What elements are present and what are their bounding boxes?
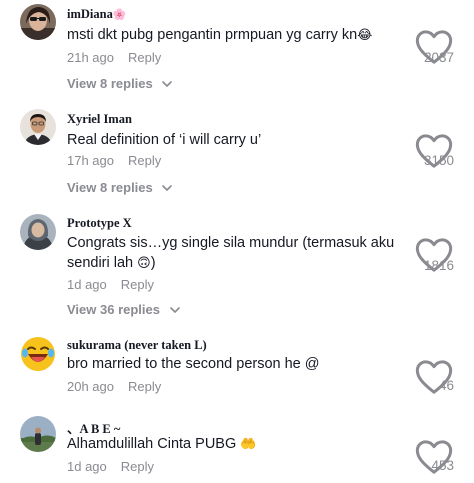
user-avatar[interactable] <box>20 4 56 40</box>
comment-text: msti dkt pubg pengantin prmpuan yg carry… <box>67 25 407 46</box>
comment-time: 21h ago <box>67 50 114 65</box>
upside-down-face-emoji: 🙃 <box>137 256 151 271</box>
user-avatar[interactable] <box>20 109 56 145</box>
comment-text: Alhamdulillah Cinta PUBG 🤲 <box>67 434 407 455</box>
woman-sunglasses-avatar <box>20 4 56 40</box>
reply-button[interactable]: Reply <box>121 277 154 292</box>
reply-button[interactable]: Reply <box>128 50 161 65</box>
man-portrait-avatar <box>20 109 56 145</box>
view-replies-button[interactable]: View 36 replies <box>67 301 180 317</box>
comment-meta: 1d ago Reply <box>67 277 154 292</box>
reply-button[interactable]: Reply <box>128 379 161 394</box>
username-text: Prototype X <box>67 216 132 230</box>
comment-body: Real definition of ‘i will carry u’ <box>67 132 262 148</box>
username-text: Xyriel Iman <box>67 112 132 126</box>
user-avatar[interactable] <box>20 416 56 452</box>
reply-button[interactable]: Reply <box>128 153 161 168</box>
outdoor-person-avatar <box>20 416 56 452</box>
user-avatar[interactable] <box>20 336 56 372</box>
comment-text: Real definition of ‘i will carry u’ <box>67 130 407 150</box>
comment-body: Congrats sis…yg single sila mundur (term… <box>67 235 395 271</box>
comment-meta: 17h ago Reply <box>67 153 161 168</box>
like-count: 1816 <box>423 258 454 273</box>
comment-text: Congrats sis…yg single sila mundur (term… <box>67 233 402 274</box>
hijab-woman-avatar <box>20 214 56 250</box>
comment-meta: 1d ago Reply <box>67 459 154 474</box>
like-count: 453 <box>431 458 454 473</box>
comment-username[interactable]: Xyriel Iman <box>67 112 132 127</box>
comment-body: msti dkt pubg pengantin prmpuan yg carry… <box>67 27 358 43</box>
comment-username[interactable]: sukurama (never taken L) <box>67 338 207 353</box>
comment-username[interactable]: Prototype X <box>67 216 132 231</box>
chevron-down-icon <box>162 179 173 194</box>
view-replies-label: View 36 replies <box>67 302 160 317</box>
view-replies-label: View 8 replies <box>67 180 153 195</box>
reply-button[interactable]: Reply <box>121 459 154 474</box>
comment-username[interactable]: imDiana🌸 <box>67 7 127 22</box>
like-count: 46 <box>438 378 454 393</box>
comment-time: 1d ago <box>67 277 107 292</box>
like-count: 3150 <box>423 153 454 168</box>
username-text: imDiana <box>67 7 113 21</box>
chevron-down-icon <box>162 75 173 90</box>
view-replies-button[interactable]: View 8 replies <box>67 179 173 195</box>
comment-time: 17h ago <box>67 153 114 168</box>
like-count: 2037 <box>423 50 454 65</box>
laughing-emoji: 😂 <box>357 28 373 43</box>
view-replies-button[interactable]: View 8 replies <box>67 75 173 91</box>
comment-time: 20h ago <box>67 379 114 394</box>
comment-time: 1d ago <box>67 459 107 474</box>
comment-body: bro married to the second person he @ <box>67 356 320 372</box>
user-avatar[interactable] <box>20 214 56 250</box>
flower-emoji: 🌸 <box>112 8 127 21</box>
comment-text: bro married to the second person he @ <box>67 354 407 374</box>
comment-body-suffix: ) <box>150 255 156 271</box>
username-text: sukurama (never taken L) <box>67 338 207 352</box>
comment-body: Alhamdulillah Cinta PUBG <box>67 436 237 452</box>
view-replies-label: View 8 replies <box>67 76 153 91</box>
comment-meta: 20h ago Reply <box>67 379 161 394</box>
laughing-emoji-avatar <box>20 336 56 372</box>
chevron-down-icon <box>169 301 180 316</box>
comment-meta: 21h ago Reply <box>67 50 161 65</box>
palms-up-emoji: 🤲 <box>240 437 257 452</box>
